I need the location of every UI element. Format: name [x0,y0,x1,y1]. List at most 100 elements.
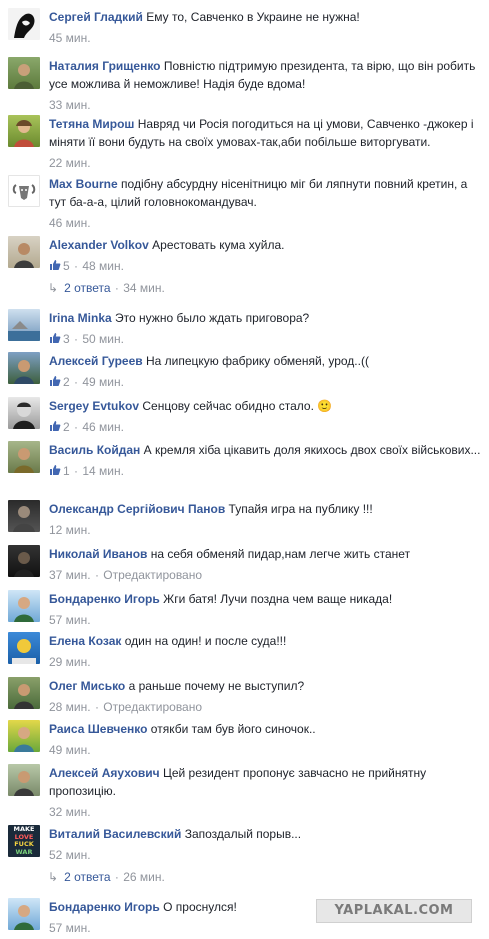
comment-author[interactable]: Алексей Гуреев [49,354,143,368]
like-icon[interactable] [49,418,61,436]
comment-time[interactable]: 12 мин. [49,523,91,537]
avatar[interactable] [8,500,40,532]
comment-time[interactable]: 29 мин. [49,655,91,669]
watermark-text: YAPLAKAL.COM [334,903,454,918]
comment-author[interactable]: Олександр Сергійович Панов [49,502,225,516]
comment-time[interactable]: 37 мин. [49,568,91,582]
separator: · [74,420,79,434]
comment-author[interactable]: Василь Койдан [49,443,140,457]
separator: · [74,464,79,478]
avatar[interactable] [8,764,40,796]
comment-text: Это нужно было ждать приговора? [115,311,310,325]
avatar[interactable] [8,441,40,473]
comment-text: О проснулся! [163,900,237,914]
avatar[interactable] [8,632,40,664]
separator: · [74,332,79,346]
like-count: 5 [63,259,70,273]
separator: · [94,700,99,714]
comment-author[interactable]: Сергей Гладкий [49,10,143,24]
comment-time[interactable]: 57 мин. [49,613,91,627]
edited-label: Отредактировано [103,568,203,582]
comment-text: Арестовать кума хуйла. [152,238,285,252]
like-icon[interactable] [49,462,61,480]
comment-author[interactable]: Бондаренко Игорь [49,900,160,914]
comment-text: На липецкую фабрику обменяй, урод..(( [145,354,369,368]
reply-arrow-icon: ↳ [48,870,59,884]
separator: · [114,281,119,295]
comment-time[interactable]: 14 мин. [82,464,124,478]
comment-author[interactable]: Irina Minka [49,311,112,325]
avatar[interactable] [8,8,40,40]
avatar[interactable]: MAKE LOVE FUCK WAR [8,825,40,857]
separator: · [74,259,79,273]
comment-time[interactable]: 45 мин. [49,31,91,45]
comment-author[interactable]: Бондаренко Игорь [49,592,160,606]
comment-author[interactable]: Елена Козак [49,634,121,648]
reply-arrow-icon: ↳ [48,281,59,295]
watermark: YAPLAKAL.COM [316,899,472,923]
replies-link[interactable]: ↳ 2 ответа · 26 мин. [48,869,165,885]
comment-time[interactable]: 46 мин. [49,216,91,230]
replies-time: 26 мин. [123,870,165,884]
comment-time[interactable]: 57 мин. [49,921,91,935]
comment-author[interactable]: Николай Иванов [49,547,147,561]
comment-text: А кремля хіба цікавить доля якихось двох… [143,443,481,457]
comment-time[interactable]: 50 мин. [82,332,124,346]
separator: · [94,568,99,582]
avatar[interactable] [8,898,40,930]
comment-text: Сенцову сейчас обидно стало. 🙂 [142,399,333,413]
like-icon[interactable] [49,373,61,391]
like-icon[interactable] [49,257,61,275]
avatar[interactable] [8,677,40,709]
avatar[interactable] [8,397,40,429]
comment-time[interactable]: 22 мин. [49,156,91,170]
comment-time[interactable]: 49 мин. [82,375,124,389]
comment-time[interactable]: 52 мин. [49,848,91,862]
separator: · [74,375,79,389]
like-count: 2 [63,375,70,389]
replies-label[interactable]: 2 ответа [64,281,110,295]
comment-time[interactable]: 48 мин. [82,259,124,273]
separator: · [114,870,119,884]
avatar[interactable] [8,545,40,577]
comment-time[interactable]: 46 мин. [82,420,124,434]
replies-label[interactable]: 2 ответа [64,870,110,884]
avatar[interactable] [8,236,40,268]
like-count: 1 [63,464,70,478]
comment-text: Запоздалый порыв... [184,827,302,841]
avatar[interactable] [8,720,40,752]
comment-author[interactable]: Тетяна Мирош [49,117,134,131]
avatar-text: WAR [15,847,33,856]
like-icon[interactable] [49,330,61,348]
comment-text: Ему то, Савченко в Украине не нужна! [146,10,360,24]
comment-text: а раньше почему не выступил? [128,679,305,693]
comment-text: отякби там був його синочок.. [150,722,316,736]
comment-time[interactable]: 28 мин. [49,700,91,714]
comment-author[interactable]: Наталия Грищенко [49,59,161,73]
comment-author[interactable]: Виталий Василевский [49,827,181,841]
like-count: 3 [63,332,70,346]
comment-text: на себя обменяй пидар,нам легче жить ста… [150,547,411,561]
avatar[interactable] [8,57,40,89]
edited-label: Отредактировано [103,700,203,714]
comment-time[interactable]: 49 мин. [49,743,91,757]
comment-author[interactable]: Sergey Evtukov [49,399,139,413]
comment-time[interactable]: 32 мин. [49,805,91,819]
comment-author[interactable]: Alexander Volkov [49,238,149,252]
comment-time[interactable]: 33 мин. [49,98,91,112]
avatar[interactable] [8,352,40,384]
comment-author[interactable]: Олег Мисько [49,679,125,693]
comment-text: один на один! и после суда!!! [124,634,287,648]
comment-author[interactable]: Алексей Аяухович [49,766,160,780]
avatar[interactable] [8,309,40,341]
avatar[interactable] [8,590,40,622]
replies-link[interactable]: ↳ 2 ответа · 34 мин. [48,280,165,296]
ram-logo-icon[interactable] [8,175,40,207]
comment-author[interactable]: Max Bourne [49,177,118,191]
comment-author[interactable]: Раиса Шевченко [49,722,147,736]
comment-text: Тупайя игра на публику !!! [228,502,373,516]
comment-text: Жги батя! Лучи поздна чем ваще никада! [163,592,393,606]
replies-time: 34 мин. [123,281,165,295]
avatar[interactable] [8,115,40,147]
like-count: 2 [63,420,70,434]
